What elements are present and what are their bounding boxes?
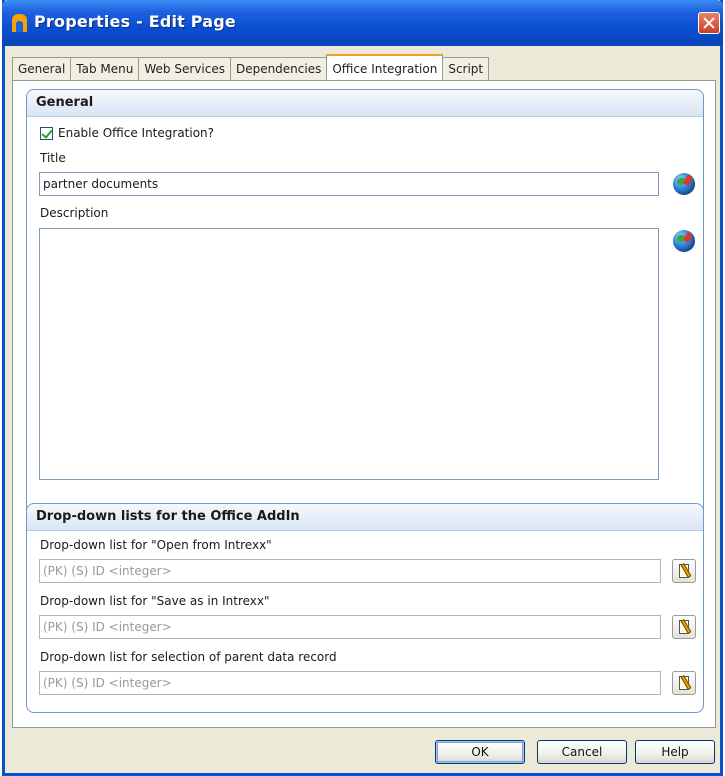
open-from-intrexx-field[interactable]: (PK) (S) ID <integer> <box>39 559 661 583</box>
open-from-intrexx-edit-button[interactable] <box>672 559 696 583</box>
title-field[interactable]: partner documents <box>39 172 659 196</box>
tab-web-services[interactable]: Web Services <box>138 57 231 80</box>
general-group: General Enable Office Integration? Title… <box>26 89 704 519</box>
enable-office-integration-label: Enable Office Integration? <box>58 126 215 140</box>
help-button[interactable]: Help <box>635 740 715 764</box>
ok-button[interactable]: OK <box>435 740 525 764</box>
parent-record-label: Drop-down list for selection of parent d… <box>40 650 337 664</box>
cancel-button[interactable]: Cancel <box>537 740 627 764</box>
dropdowns-group: Drop-down lists for the Office AddIn Dro… <box>26 503 704 713</box>
dropdowns-group-header: Drop-down lists for the Office AddIn <box>27 504 703 531</box>
title-label: Title <box>40 151 66 165</box>
enable-office-integration-checkbox[interactable] <box>40 127 53 140</box>
title-language-globe-icon[interactable] <box>673 173 695 195</box>
intrexx-app-icon <box>12 14 27 32</box>
save-as-in-intrexx-field[interactable]: (PK) (S) ID <integer> <box>39 615 661 639</box>
tab-dependencies[interactable]: Dependencies <box>229 57 328 80</box>
tab-tab-menu[interactable]: Tab Menu <box>70 57 140 80</box>
description-textarea[interactable] <box>39 228 659 480</box>
tab-general[interactable]: General <box>12 57 72 80</box>
tab-panel-office-integration: General Enable Office Integration? Title… <box>12 80 716 728</box>
close-icon[interactable] <box>698 12 720 34</box>
save-as-in-intrexx-label: Drop-down list for "Save as in Intrexx" <box>40 594 270 608</box>
properties-dialog: Properties - Edit Page General Tab Menu … <box>2 0 723 776</box>
description-language-globe-icon[interactable] <box>673 230 695 252</box>
title-bar[interactable]: Properties - Edit Page <box>2 0 723 46</box>
parent-record-field[interactable]: (PK) (S) ID <integer> <box>39 671 661 695</box>
dropdowns-heading: Drop-down lists for the Office AddIn <box>36 509 300 524</box>
general-group-header: General <box>27 90 703 117</box>
open-from-intrexx-label: Drop-down list for "Open from Intrexx" <box>40 538 272 552</box>
description-label: Description <box>40 206 109 220</box>
window-title: Properties - Edit Page <box>34 12 236 31</box>
parent-record-edit-button[interactable] <box>672 671 696 695</box>
save-as-in-intrexx-edit-button[interactable] <box>672 615 696 639</box>
tab-strip: General Tab Menu Web Services Dependenci… <box>12 54 490 81</box>
general-heading: General <box>36 95 94 110</box>
tab-script[interactable]: Script <box>442 57 490 80</box>
tab-office-integration[interactable]: Office Integration <box>326 54 444 80</box>
